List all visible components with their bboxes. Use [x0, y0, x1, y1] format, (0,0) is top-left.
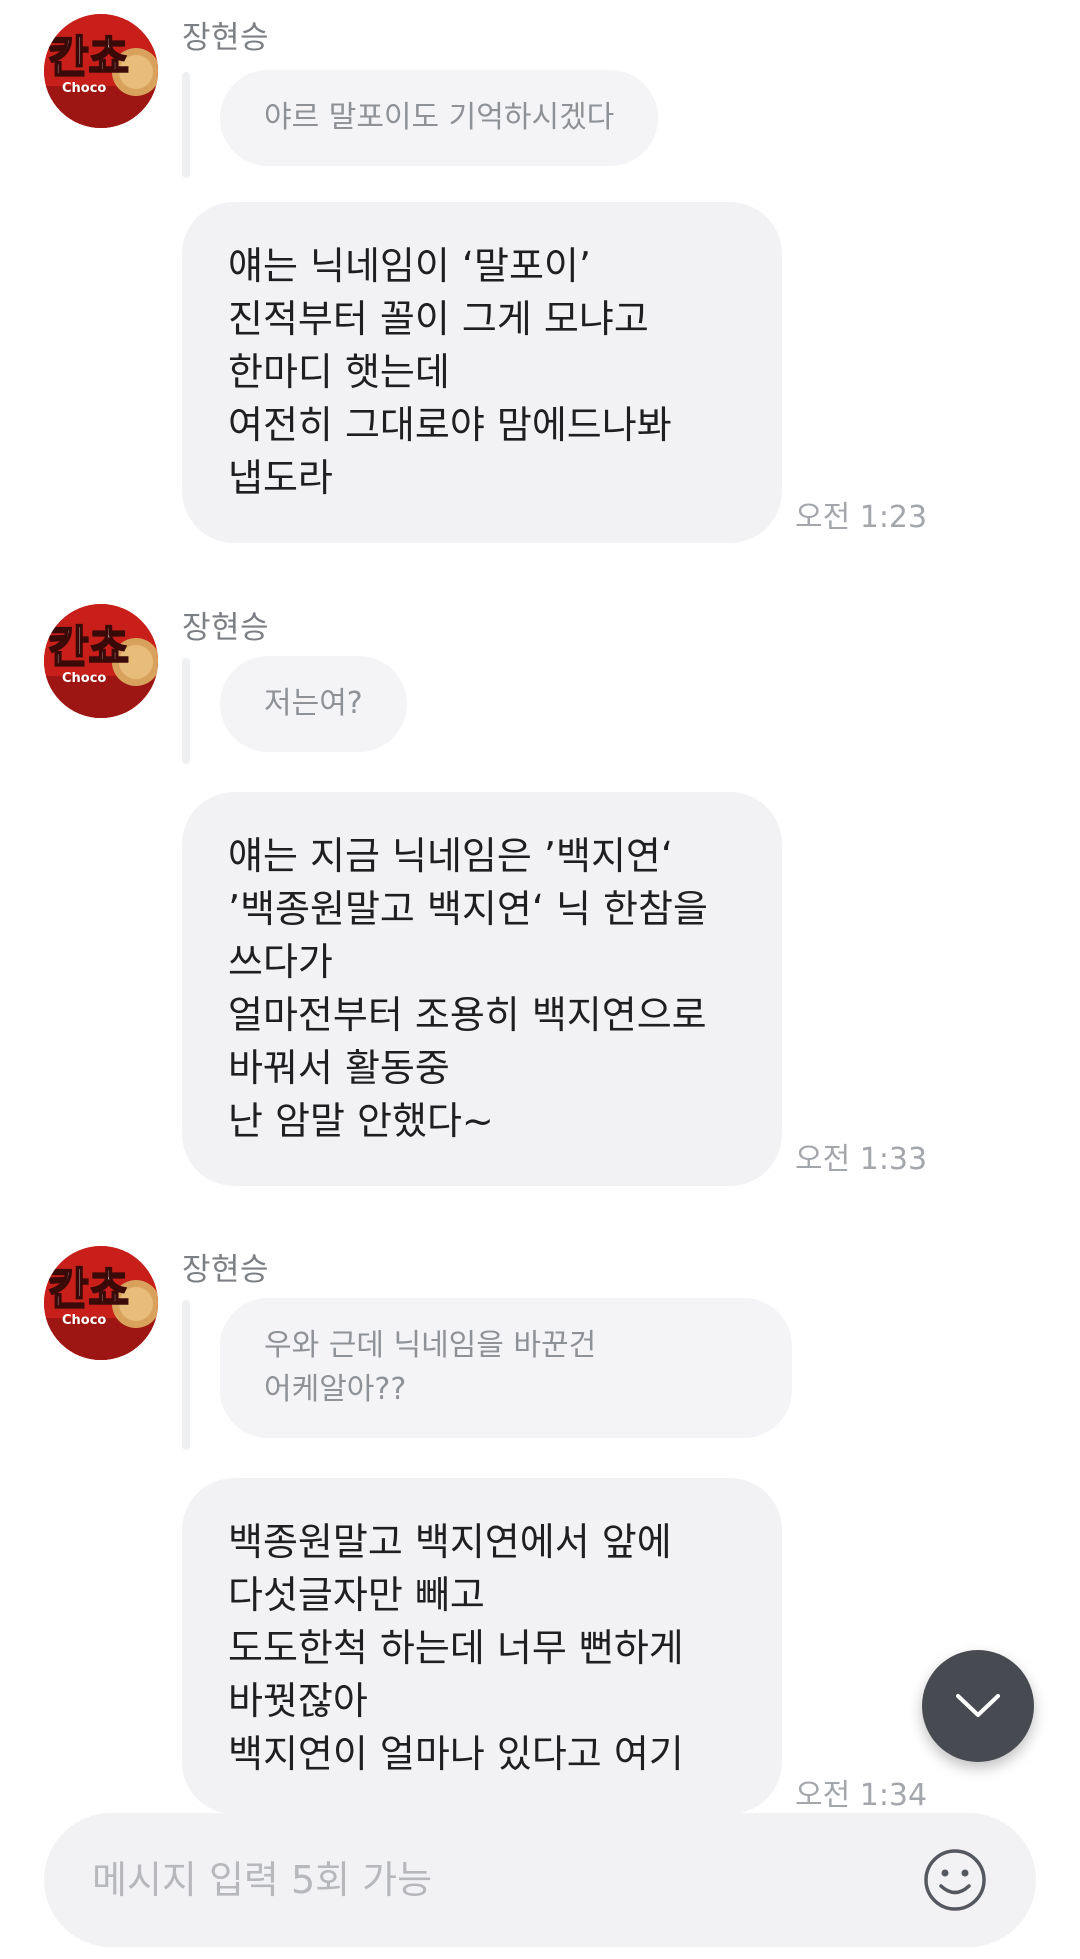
- quoted-message[interactable]: 우와 근데 닉네임을 바꾼건 어케알아??: [220, 1298, 792, 1438]
- avatar-logo-text: 칸쵸: [48, 622, 129, 673]
- avatar-logo-sub: Choco: [62, 81, 106, 96]
- scroll-to-bottom-button[interactable]: [922, 1650, 1034, 1762]
- message-time: 오전 1:23: [795, 500, 928, 535]
- avatar[interactable]: 칸쵸 Choco: [44, 1246, 158, 1360]
- message-bubble[interactable]: 얘는 지금 닉네임은 ’백지연‘ ’백종원말고 백지연‘ 닉 한참을 쓰다가 얼…: [182, 792, 782, 1186]
- avatar-image: 칸쵸 Choco: [44, 14, 158, 128]
- avatar-logo-sub: Choco: [62, 671, 106, 686]
- avatar-logo-text: 칸쵸: [48, 1264, 129, 1315]
- quoted-message[interactable]: 저는여?: [220, 656, 407, 752]
- message-bubble[interactable]: 백종원말고 백지연에서 앞에 다섯글자만 빼고 도도한척 하는데 너무 뻔하게 …: [182, 1478, 782, 1814]
- sender-name: 장현승: [182, 610, 270, 646]
- message-time: 오전 1:33: [795, 1142, 928, 1177]
- avatar-logo-sub: Choco: [62, 1313, 106, 1328]
- avatar[interactable]: 칸쵸 Choco: [44, 14, 158, 128]
- avatar[interactable]: 칸쵸 Choco: [44, 604, 158, 718]
- reply-bar: [182, 72, 190, 178]
- avatar-image: 칸쵸 Choco: [44, 604, 158, 718]
- message-input[interactable]: [90, 1843, 894, 1917]
- chevron-down-icon: [956, 1694, 1000, 1717]
- avatar-image: 칸쵸 Choco: [44, 1246, 158, 1360]
- reply-bar: [182, 1300, 190, 1450]
- message-bubble[interactable]: 얘는 닉네임이 ‘말포이’ 진적부터 꼴이 그게 모냐고 한마디 햇는데 여전히…: [182, 202, 782, 543]
- message-time: 오전 1:34: [795, 1778, 928, 1813]
- smiley-icon: [924, 1849, 986, 1911]
- sender-name: 장현승: [182, 1252, 270, 1288]
- quoted-message[interactable]: 야르 말포이도 기억하시겠다: [220, 70, 659, 166]
- sender-name: 장현승: [182, 20, 270, 56]
- avatar-logo-text: 칸쵸: [48, 32, 129, 83]
- emoji-button[interactable]: [922, 1847, 988, 1913]
- chat-area[interactable]: 칸쵸 Choco 장현승 야르 말포이도 기억하시겠다 얘는 닉네임이 ‘말포이…: [0, 0, 1080, 1814]
- message-input-bar: [44, 1813, 1036, 1947]
- reply-bar: [182, 658, 190, 764]
